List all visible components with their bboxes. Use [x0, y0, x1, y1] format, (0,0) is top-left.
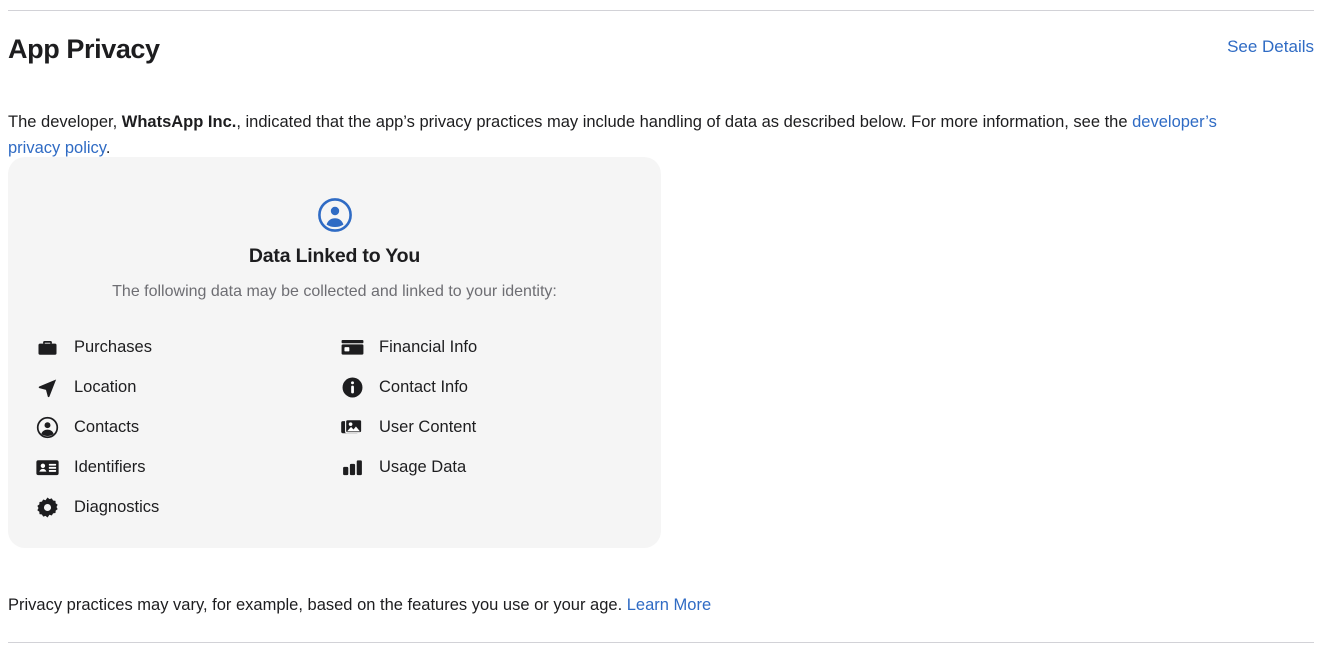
data-item-label: Contact Info [379, 378, 468, 396]
data-item-financial-info: Financial Info [339, 327, 641, 367]
card-subtitle: The following data may be collected and … [112, 283, 557, 300]
credit-card-icon [339, 334, 365, 360]
data-item-purchases: Purchases [34, 327, 339, 367]
data-item-diagnostics: Diagnostics [34, 487, 339, 527]
gear-icon [34, 494, 60, 520]
learn-more-link[interactable]: Learn More [627, 596, 711, 614]
data-item-usage-data: Usage Data [339, 447, 641, 487]
see-details-link[interactable]: See Details [1227, 32, 1314, 62]
card-header-icon-wrap [8, 197, 661, 238]
intro-text-part1: The developer, [8, 112, 122, 131]
page-title: App Privacy [8, 34, 160, 64]
section-header: App Privacy See Details [8, 32, 1314, 72]
data-item-label: Diagnostics [74, 498, 160, 516]
intro-text-part2: , indicated that the app’s privacy pract… [236, 112, 1133, 131]
id-card-icon [34, 454, 60, 480]
section-divider-bottom [8, 642, 1314, 643]
location-arrow-icon [34, 374, 60, 400]
intro-text-part3: . [105, 138, 111, 157]
person-circle-icon [317, 197, 353, 238]
privacy-footnote: Privacy practices may vary, for example,… [8, 593, 1314, 617]
briefcase-icon [34, 334, 60, 360]
data-item-label: Identifiers [74, 458, 146, 476]
bar-chart-icon [339, 454, 365, 480]
intro-paragraph: The developer, WhatsApp Inc., indicated … [8, 109, 1258, 161]
card-title: Data Linked to You [248, 245, 421, 267]
data-item-label: User Content [379, 418, 477, 436]
data-item-contact-info: Contact Info [339, 367, 641, 407]
data-item-label: Location [74, 378, 137, 396]
photo-stack-icon [339, 414, 365, 440]
data-item-label: Financial Info [379, 338, 478, 356]
data-item-label: Usage Data [379, 458, 467, 476]
footnote-text: Privacy practices may vary, for example,… [8, 595, 627, 614]
data-linked-to-you-card: Data Linked to You The following data ma… [8, 157, 661, 548]
data-item-label: Contacts [74, 418, 140, 436]
data-types-grid: Purchases Location Contacts Identifiers … [34, 327, 641, 527]
person-circle-icon [34, 414, 60, 440]
developer-name: WhatsApp Inc. [121, 112, 237, 131]
data-item-user-content: User Content [339, 407, 641, 447]
data-item-label: Purchases [74, 338, 152, 356]
data-item-contacts: Contacts [34, 407, 339, 447]
data-item-location: Location [34, 367, 339, 407]
app-privacy-section: App Privacy See Details The developer, W… [0, 0, 1325, 652]
section-divider-top [8, 10, 1314, 11]
info-circle-icon [339, 374, 365, 400]
data-item-identifiers: Identifiers [34, 447, 339, 487]
